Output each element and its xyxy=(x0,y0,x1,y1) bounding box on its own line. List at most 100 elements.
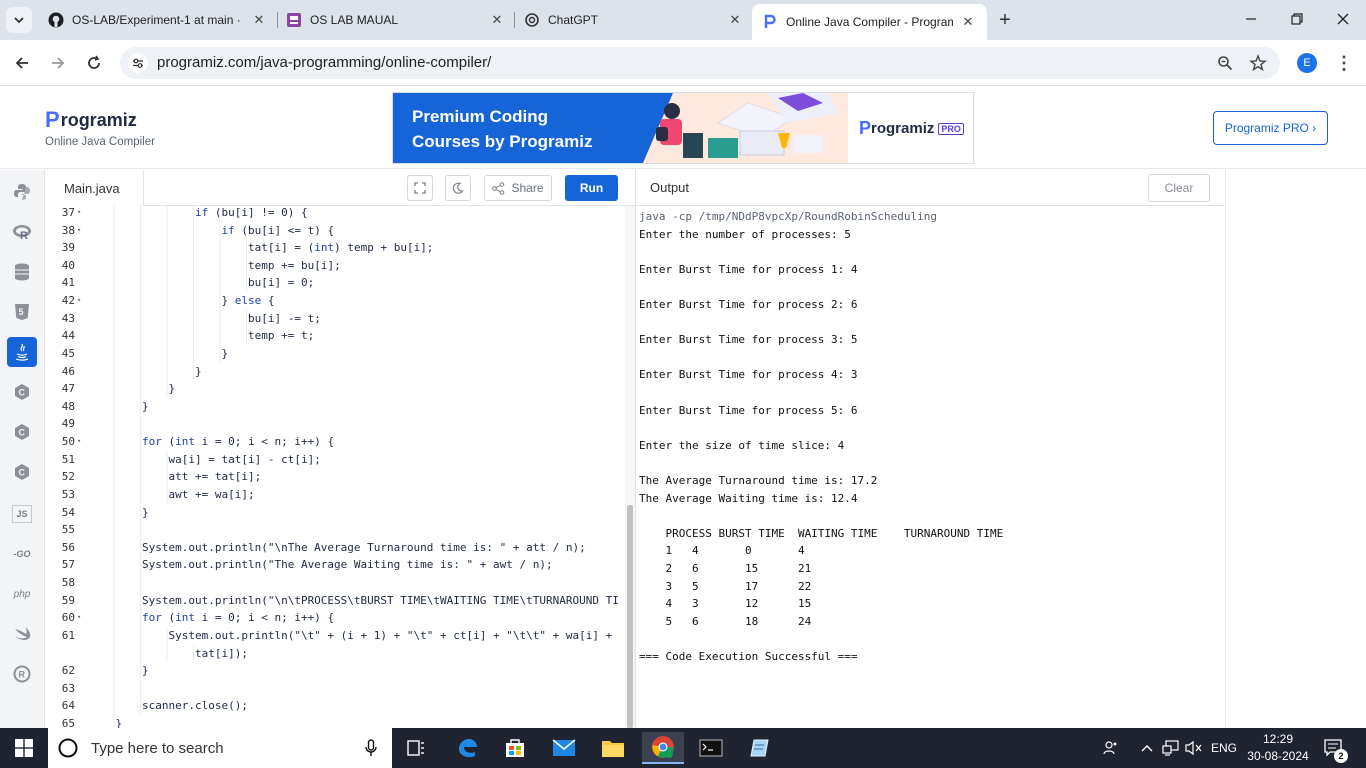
site-settings-icon[interactable] xyxy=(128,53,148,73)
fold-arrow-icon[interactable]: ▾ xyxy=(77,292,87,309)
browser-menu-icon[interactable]: ⋮ xyxy=(1334,52,1354,74)
code-line: 56 System.out.println("\nThe Average Turn… xyxy=(45,539,635,556)
edge-icon[interactable] xyxy=(446,732,488,764)
close-icon[interactable]: ✕ xyxy=(250,11,268,29)
close-window-button[interactable] xyxy=(1332,8,1354,30)
run-button[interactable]: Run xyxy=(565,175,618,201)
php-icon[interactable]: php xyxy=(7,579,37,609)
promo-banner[interactable]: Premium Coding Courses by Programiz P ro… xyxy=(392,92,974,164)
line-number: 62 xyxy=(61,664,75,678)
cpp-icon[interactable]: C xyxy=(7,417,37,447)
browser-tab-programiz[interactable]: Online Java Compiler - Program ✕ xyxy=(752,4,987,40)
code-line: 58 xyxy=(45,574,635,591)
reload-button[interactable] xyxy=(82,51,106,75)
minimize-button[interactable] xyxy=(1240,8,1262,30)
start-button[interactable] xyxy=(0,728,48,768)
programiz-logo[interactable]: P rogramiz xyxy=(45,107,137,133)
output-line: 3 5 17 22 xyxy=(639,579,812,593)
network-icon[interactable] xyxy=(1160,728,1182,768)
tab-separator xyxy=(514,12,515,28)
restore-button[interactable] xyxy=(1286,8,1308,30)
store-icon[interactable] xyxy=(494,732,536,764)
volume-muted-icon[interactable] xyxy=(1184,728,1204,768)
line-number: 52 xyxy=(61,470,75,484)
output-console[interactable]: java -cp /tmp/NDdP8vpcXp/RoundRobinSched… xyxy=(639,206,1224,726)
taskbar-search-box[interactable]: Type here to search xyxy=(48,728,392,768)
task-view-icon[interactable] xyxy=(395,732,437,764)
file-explorer-icon[interactable] xyxy=(592,732,634,764)
share-label: Share xyxy=(511,181,544,195)
chrome-icon[interactable] xyxy=(642,732,684,764)
fold-arrow-icon[interactable]: ▾ xyxy=(77,433,87,450)
browser-tab-os-lab-manual[interactable]: OS LAB MAUAL ✕ xyxy=(286,6,506,34)
line-number: 54 xyxy=(61,505,75,519)
browser-tab-chatgpt[interactable]: ChatGPT ✕ xyxy=(524,6,744,34)
swift-icon[interactable] xyxy=(7,619,37,649)
taskbar-clock[interactable]: 12:29 30-08-2024 xyxy=(1247,731,1309,765)
search-placeholder: Type here to search xyxy=(91,739,224,757)
terminal-icon[interactable] xyxy=(690,732,732,764)
fullscreen-button[interactable] xyxy=(407,175,433,201)
code-area[interactable]: 37 ▾ if (bu[i] != 0) {38 ▾ if (bu[i] <= t) {… xyxy=(45,204,635,728)
close-icon[interactable]: ✕ xyxy=(726,11,744,29)
rust-icon[interactable]: R xyxy=(7,659,37,689)
programiz-pro-button[interactable]: Programiz PRO › xyxy=(1213,111,1328,145)
code-text: for (int i = 0; i < n; i++) { xyxy=(142,611,335,625)
arrow-left-icon xyxy=(15,57,28,69)
browser-tab-github[interactable]: OS-LAB/Experiment-1 at main · ✕ xyxy=(48,6,268,34)
code-line: 62} xyxy=(45,662,635,679)
code-line: 64 scanner.close(); xyxy=(45,697,635,714)
code-text: System.out.println("\n\tPROCESS\tBURST T… xyxy=(142,593,619,607)
line-number: 56 xyxy=(61,540,75,554)
forward-button[interactable] xyxy=(46,51,70,75)
editor-scrollbar[interactable] xyxy=(627,505,633,728)
theme-toggle-button[interactable] xyxy=(445,175,471,201)
line-number: 44 xyxy=(61,329,75,343)
notification-center-icon[interactable]: 2 xyxy=(1322,728,1348,768)
code-text: if (bu[i] != 0) { xyxy=(195,206,308,219)
people-icon[interactable] xyxy=(1098,728,1124,768)
github-icon xyxy=(48,12,64,28)
reload-icon xyxy=(88,55,100,69)
python-icon[interactable] xyxy=(7,177,37,207)
profile-avatar[interactable]: E xyxy=(1297,53,1317,73)
share-button[interactable]: Share xyxy=(484,175,552,201)
tab-search-button[interactable] xyxy=(6,7,32,33)
address-bar[interactable]: programiz.com/java-programming/online-co… xyxy=(120,47,1280,79)
r-icon[interactable]: R xyxy=(7,217,37,247)
close-icon[interactable]: ✕ xyxy=(488,11,506,29)
bookmark-star-icon[interactable] xyxy=(1248,53,1268,73)
go-icon[interactable]: -GO xyxy=(7,539,37,569)
output-line: java -cp /tmp/NDdP8vpcXp/RoundRobinSched… xyxy=(639,210,938,223)
csharp-icon[interactable]: C xyxy=(7,457,37,487)
js-icon[interactable]: JS xyxy=(7,499,37,529)
programiz-icon xyxy=(762,14,778,30)
code-text: scanner.close(); xyxy=(142,699,248,713)
code-line: 43 bu[i] -= t; xyxy=(45,310,635,327)
new-tab-button[interactable]: + xyxy=(994,9,1016,31)
fold-arrow-icon[interactable]: ▾ xyxy=(77,204,87,221)
notepad-icon[interactable] xyxy=(739,732,781,764)
zoom-icon[interactable] xyxy=(1215,53,1235,73)
file-tab-main-java[interactable]: Main.java xyxy=(45,170,144,206)
tray-chevron-up-icon[interactable] xyxy=(1137,728,1157,768)
output-line: Enter the size of time slice: 4 xyxy=(639,438,845,452)
fold-arrow-icon[interactable]: ▾ xyxy=(77,609,87,626)
code-line: 41 bu[i] = 0; xyxy=(45,274,635,291)
html5-icon[interactable]: 5 xyxy=(7,297,37,327)
banner-headline: Premium Coding Courses by Programiz xyxy=(412,107,593,151)
fold-arrow-icon[interactable]: ▾ xyxy=(77,222,87,239)
language-indicator[interactable]: ENG xyxy=(1208,728,1240,768)
java-icon[interactable] xyxy=(7,337,37,367)
output-line: Enter Burst Time for process 4: 3 xyxy=(639,368,858,382)
back-button[interactable] xyxy=(10,51,34,75)
code-text: } xyxy=(142,399,149,413)
microphone-icon[interactable] xyxy=(365,739,377,757)
mail-icon[interactable] xyxy=(543,732,585,764)
close-icon[interactable]: ✕ xyxy=(959,13,977,31)
line-number: 51 xyxy=(61,452,75,466)
line-number: 45 xyxy=(61,346,75,360)
clear-button[interactable]: Clear xyxy=(1148,174,1210,202)
sql-icon[interactable] xyxy=(7,257,37,287)
c-icon[interactable]: C xyxy=(7,377,37,407)
